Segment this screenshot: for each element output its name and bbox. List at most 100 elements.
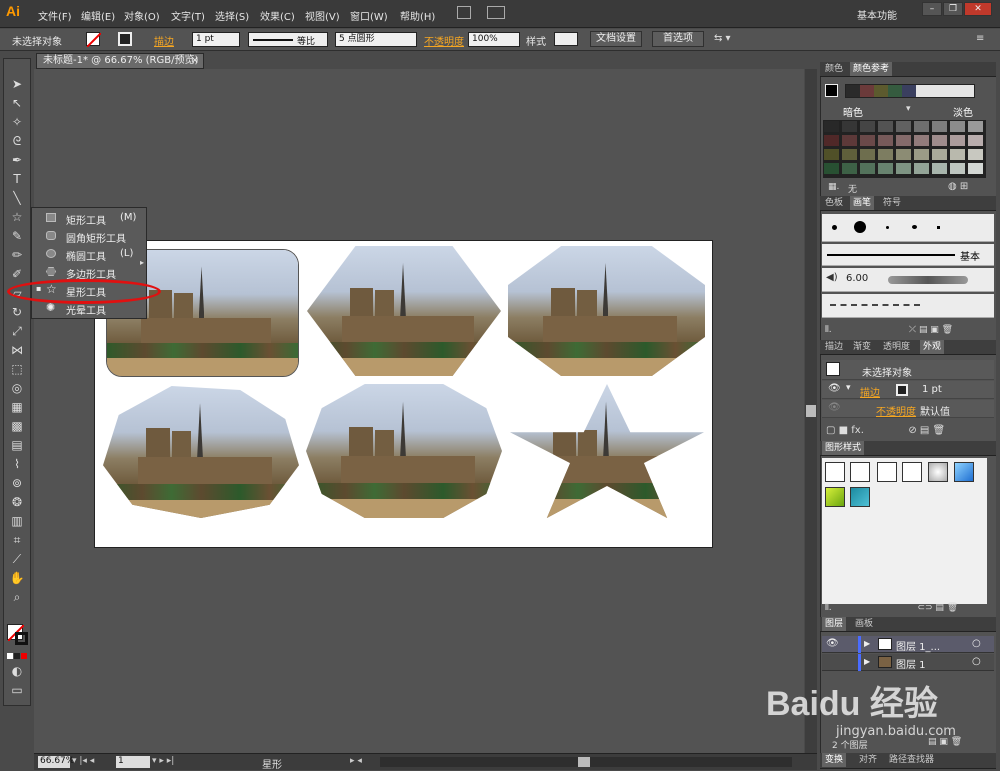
- shape-builder-icon[interactable]: ◎: [6, 380, 28, 397]
- color-variation-swatch[interactable]: [931, 120, 948, 133]
- scale-tool-icon[interactable]: ⤢: [6, 323, 28, 340]
- tab-transparency[interactable]: 透明度: [880, 340, 913, 354]
- opacity-label[interactable]: 不透明度: [424, 33, 464, 48]
- color-variation-swatch[interactable]: [895, 148, 912, 161]
- layer-target-icon[interactable]: ○: [972, 656, 981, 667]
- color-mode-icons[interactable]: [7, 651, 27, 659]
- flyout-tearoff-icon[interactable]: ▸: [140, 258, 144, 267]
- limit-group-icons[interactable]: ◍ ⊞: [948, 181, 968, 192]
- graphic-style-picker[interactable]: [554, 32, 578, 46]
- artboard[interactable]: [94, 240, 713, 548]
- star-tool-icon[interactable]: ☆: [6, 209, 28, 226]
- perspective-grid-icon[interactable]: ▦: [6, 399, 28, 416]
- color-variation-swatch[interactable]: [841, 134, 858, 147]
- tab-artboards[interactable]: 画板: [852, 617, 876, 631]
- vertical-scroll-thumb[interactable]: [806, 405, 816, 417]
- color-variation-swatch[interactable]: [823, 162, 840, 175]
- tab-brushes[interactable]: 画笔: [850, 196, 875, 210]
- graphic-style-outline[interactable]: [902, 462, 922, 482]
- color-variation-swatch[interactable]: [859, 148, 876, 161]
- expand-arrow-icon[interactable]: ▾: [846, 383, 851, 393]
- graphic-style-default[interactable]: [825, 462, 845, 482]
- brush-dashed-row[interactable]: [822, 294, 994, 318]
- status-arrows-icon[interactable]: ▸ ◂: [350, 756, 362, 766]
- type-tool-icon[interactable]: T: [6, 171, 28, 188]
- horizontal-scroll-thumb[interactable]: [578, 757, 590, 767]
- color-variation-swatch[interactable]: [859, 134, 876, 147]
- tab-close-icon[interactable]: ×: [191, 54, 199, 68]
- color-variation-swatch[interactable]: [823, 134, 840, 147]
- polygon-9-shape[interactable]: [103, 386, 299, 518]
- visibility-eye-icon[interactable]: 👁: [828, 383, 841, 394]
- menu-view[interactable]: 视图(V): [305, 8, 340, 23]
- color-variation-grid[interactable]: [823, 120, 986, 178]
- arrange-documents-icon[interactable]: [487, 6, 505, 19]
- rectangle-tool-item[interactable]: 矩形工具 (M): [32, 209, 146, 227]
- tab-swatches[interactable]: 色板: [822, 196, 846, 210]
- direct-selection-tool-icon[interactable]: ↖: [6, 95, 28, 112]
- pencil-icon[interactable]: ✏: [6, 247, 28, 264]
- artboard-number-input[interactable]: 1: [116, 756, 150, 768]
- menu-object[interactable]: 对象(O): [124, 8, 160, 23]
- graphic-style-blue[interactable]: [954, 462, 974, 482]
- artboard-tool-icon[interactable]: ⌗: [6, 532, 28, 549]
- graphic-style-shadow[interactable]: [928, 462, 948, 482]
- tab-graphic-styles[interactable]: 图形样式: [822, 441, 865, 455]
- layer-name[interactable]: 图层 1: [896, 656, 926, 671]
- star-shape[interactable]: [510, 384, 704, 518]
- color-variation-swatch[interactable]: [859, 162, 876, 175]
- color-variation-swatch[interactable]: [895, 120, 912, 133]
- color-variation-swatch[interactable]: [841, 120, 858, 133]
- maximize-button[interactable]: ❐: [943, 2, 963, 16]
- brush-dots-row[interactable]: [822, 214, 994, 242]
- graph-tool-icon[interactable]: ▥: [6, 513, 28, 530]
- stroke-swatch-tool-icon[interactable]: [15, 632, 28, 645]
- tab-symbols[interactable]: 符号: [880, 196, 904, 210]
- color-variation-swatch[interactable]: [967, 134, 984, 147]
- opacity-input[interactable]: 100%: [468, 32, 520, 47]
- variable-width-profile[interactable]: 等比: [248, 32, 328, 47]
- color-variation-swatch[interactable]: [877, 162, 894, 175]
- rotate-tool-icon[interactable]: ↻: [6, 304, 28, 321]
- color-variation-swatch[interactable]: [931, 162, 948, 175]
- color-variation-swatch[interactable]: [877, 134, 894, 147]
- layer-expand-icon[interactable]: ▶: [864, 639, 870, 648]
- rounded-rectangle-tool-item[interactable]: 圆角矩形工具: [32, 227, 146, 245]
- base-color-swatch[interactable]: [825, 84, 838, 97]
- artboard-nav-icon[interactable]: ▾ ▸ ▸|: [152, 756, 174, 766]
- tab-layers[interactable]: 图层: [822, 617, 847, 631]
- menu-help[interactable]: 帮助(H): [400, 8, 435, 23]
- screen-mode-icon[interactable]: ▭: [6, 682, 28, 699]
- eyedropper-icon[interactable]: ⌇: [6, 456, 28, 473]
- gradient-tool-icon[interactable]: ▤: [6, 437, 28, 454]
- graphic-style-none[interactable]: [850, 462, 870, 482]
- layer-name[interactable]: 图层 1_...: [896, 638, 940, 653]
- layer-eye-icon[interactable]: 👁: [826, 638, 839, 649]
- color-variation-swatch[interactable]: [949, 162, 966, 175]
- graphic-style-white[interactable]: [877, 462, 897, 482]
- color-variation-swatch[interactable]: [823, 120, 840, 133]
- slice-tool-icon[interactable]: ⟋: [6, 551, 28, 568]
- graphic-styles-grid[interactable]: [822, 458, 987, 604]
- menu-select[interactable]: 选择(S): [215, 8, 249, 23]
- document-tab[interactable]: 未标题-1* @ 66.67% (RGB/预览) ×: [36, 53, 204, 69]
- color-variation-swatch[interactable]: [841, 148, 858, 161]
- color-variation-swatch[interactable]: [931, 134, 948, 147]
- menu-file[interactable]: 文件(F): [38, 8, 72, 23]
- color-variation-swatch[interactable]: [895, 162, 912, 175]
- width-tool-icon[interactable]: ⋈: [6, 342, 28, 359]
- color-variation-swatch[interactable]: [949, 120, 966, 133]
- paintbrush-icon[interactable]: ✎: [6, 228, 28, 245]
- menu-edit[interactable]: 编辑(E): [81, 8, 115, 23]
- control-panel-menu-icon[interactable]: ≡: [976, 33, 984, 44]
- color-variation-swatch[interactable]: [949, 148, 966, 161]
- lasso-icon[interactable]: ᘓ: [6, 133, 28, 150]
- selection-tool-icon[interactable]: ➤: [6, 76, 28, 93]
- octagon-shape[interactable]: [508, 246, 705, 376]
- tab-pathfinder[interactable]: 路径查找器: [886, 753, 937, 767]
- appearance-opacity-row[interactable]: 👁 不透明度 默认值: [822, 400, 994, 418]
- appearance-stroke-row[interactable]: 👁 ▾ 描边 1 pt: [822, 381, 994, 399]
- appearance-stroke-swatch[interactable]: [896, 384, 908, 396]
- pen-tool-icon[interactable]: ✒: [6, 152, 28, 169]
- hexagon-shape[interactable]: [307, 246, 501, 376]
